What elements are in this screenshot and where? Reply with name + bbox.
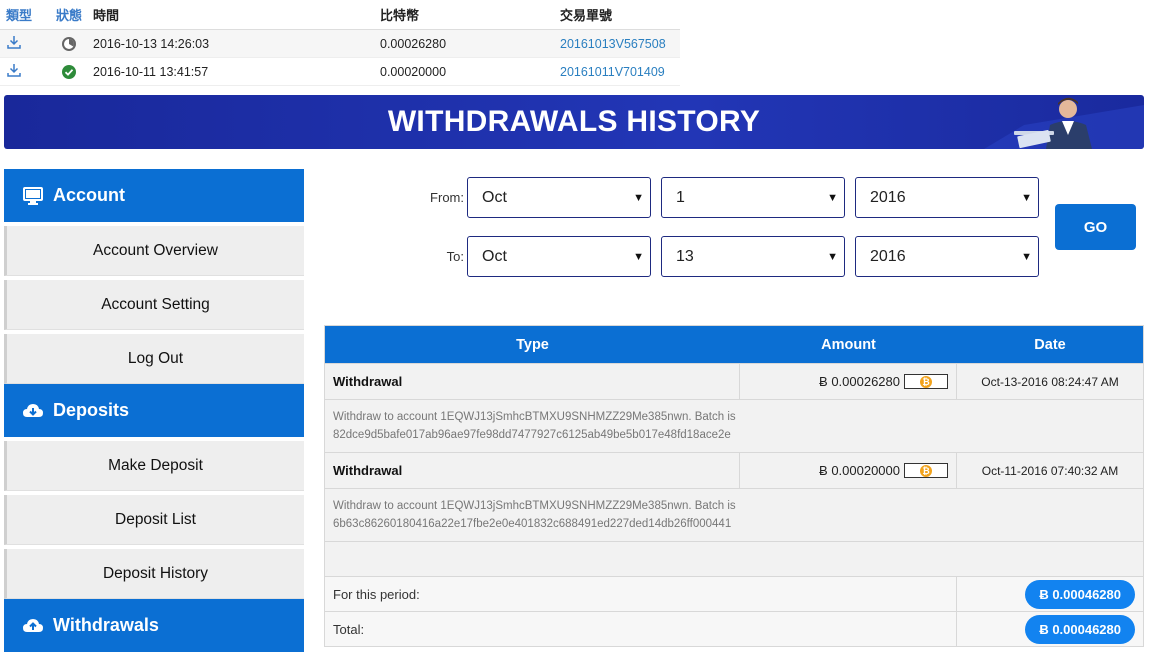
header-type: Type xyxy=(516,336,549,353)
from-row: From: Oct ▼ 1 ▼ 2016 ▼ xyxy=(420,177,1049,218)
to-label: To: xyxy=(446,249,464,264)
page-title: WITHDRAWALS HISTORY xyxy=(387,105,761,138)
header-status: 狀態 xyxy=(55,8,82,23)
sidebar-item-log-out[interactable]: Log Out xyxy=(4,334,304,384)
withdrawal-amount: Ƀ 0.00026280 xyxy=(819,374,900,389)
withdrawal-type: Withdrawal xyxy=(325,453,740,488)
date-filter: From: Oct ▼ 1 ▼ 2016 ▼ To: Oct ▼ 13 ▼ 2016 ▼ G… xyxy=(420,177,1140,287)
sidebar-section-label: Withdrawals xyxy=(53,615,159,635)
table-row: 2016-10-13 14:26:03 0.00026280 20161013V… xyxy=(0,30,680,58)
transaction-table: 類型 狀態 時間 比特幣 交易單號 2016-10-13 14:26:03 0.… xyxy=(0,0,680,86)
tx-btc: 0.00020000 xyxy=(380,64,447,79)
sidebar-item-account-setting[interactable]: Account Setting xyxy=(4,280,304,330)
total-summary-row: Total: Ƀ 0.00046280 xyxy=(325,611,1143,646)
from-year-select[interactable]: 2016 ▼ xyxy=(855,177,1039,218)
tx-time: 2016-10-13 14:26:03 xyxy=(93,36,210,51)
bitcoin-icon: ₿ xyxy=(920,375,932,388)
dropdown-caret-icon: ▼ xyxy=(827,191,838,204)
withdrawal-amount: Ƀ 0.00020000 xyxy=(819,463,900,478)
header-date: Date xyxy=(1034,336,1066,353)
header-amount: Amount xyxy=(821,336,876,353)
header-btc: 比特幣 xyxy=(380,8,420,23)
dropdown-caret-icon: ▼ xyxy=(827,250,838,263)
withdrawal-description: Withdraw to account 1EQWJ13jSmhcBTMXU9SN… xyxy=(325,399,1143,452)
cloud-download-icon xyxy=(23,403,43,417)
withdrawal-date: Oct-13-2016 08:24:47 AM xyxy=(981,374,1119,389)
sidebar-section-label: Deposits xyxy=(53,400,130,420)
sidebar-section-label: Account xyxy=(53,185,125,205)
transaction-table-header: 類型 狀態 時間 比特幣 交易單號 xyxy=(0,0,680,30)
dropdown-caret-icon: ▼ xyxy=(633,250,644,263)
sidebar-item-make-deposit[interactable]: Make Deposit xyxy=(4,441,304,491)
go-button[interactable]: GO xyxy=(1055,204,1136,250)
tx-id-link[interactable]: 20161011V701409 xyxy=(560,65,665,79)
total-badge: Ƀ 0.00046280 xyxy=(1025,614,1135,644)
to-row: To: Oct ▼ 13 ▼ 2016 ▼ xyxy=(420,236,1049,277)
bitcoin-icon: ₿ xyxy=(920,464,932,477)
monitor-icon xyxy=(23,186,43,205)
header-time: 時間 xyxy=(93,8,120,23)
download-icon[interactable] xyxy=(6,34,22,50)
cloud-upload-icon xyxy=(23,618,43,632)
sidebar-section-deposits[interactable]: Deposits xyxy=(4,384,304,437)
sidebar-section-account[interactable]: Account xyxy=(4,169,304,222)
sidebar-item-account-overview[interactable]: Account Overview xyxy=(4,226,304,276)
from-day-select[interactable]: 1 ▼ xyxy=(661,177,845,218)
download-icon[interactable] xyxy=(6,62,22,78)
tx-id-link[interactable]: 20161013V567508 xyxy=(560,37,666,51)
to-month-select[interactable]: Oct ▼ xyxy=(467,236,651,277)
period-total-badge: Ƀ 0.00046280 xyxy=(1025,579,1135,609)
check-circle-icon xyxy=(62,64,76,79)
total-label: Total: xyxy=(325,612,957,646)
businessman-illustration xyxy=(984,97,1144,149)
table-spacer-row xyxy=(325,541,1143,576)
pending-icon xyxy=(62,36,76,51)
sidebar-item-deposit-history[interactable]: Deposit History xyxy=(4,549,304,599)
to-year-select[interactable]: 2016 ▼ xyxy=(855,236,1039,277)
tx-btc: 0.00026280 xyxy=(380,36,447,51)
sidebar-section-withdrawals[interactable]: Withdrawals xyxy=(4,599,304,652)
period-label: For this period: xyxy=(325,577,957,611)
header-txid: 交易單號 xyxy=(560,8,613,23)
bitcoin-badge: ₿ xyxy=(904,463,948,478)
dropdown-caret-icon: ▼ xyxy=(633,191,644,204)
header-type: 類型 xyxy=(6,8,33,23)
table-row: 2016-10-11 13:41:57 0.00020000 20161011V… xyxy=(0,58,680,86)
withdrawal-description: Withdraw to account 1EQWJ13jSmhcBTMXU9SN… xyxy=(325,488,1143,541)
withdrawals-table-header: Type Amount Date xyxy=(325,326,1143,363)
to-day-select[interactable]: 13 ▼ xyxy=(661,236,845,277)
period-summary-row: For this period: Ƀ 0.00046280 xyxy=(325,576,1143,611)
withdrawal-type: Withdrawal xyxy=(325,364,740,399)
bitcoin-badge: ₿ xyxy=(904,374,948,389)
tx-time: 2016-10-11 13:41:57 xyxy=(93,64,209,79)
dropdown-caret-icon: ▼ xyxy=(1021,191,1032,204)
withdrawal-date: Oct-11-2016 07:40:32 AM xyxy=(981,463,1119,478)
sidebar-item-deposit-list[interactable]: Deposit List xyxy=(4,495,304,545)
from-month-select[interactable]: Oct ▼ xyxy=(467,177,651,218)
table-row: Withdrawal Ƀ 0.00020000 ₿ Oct-11-2016 07… xyxy=(325,452,1143,488)
sidebar-nav: Account Account Overview Account Setting… xyxy=(4,169,304,652)
page-banner: WITHDRAWALS HISTORY xyxy=(4,95,1144,149)
table-row: Withdrawal Ƀ 0.00026280 ₿ Oct-13-2016 08… xyxy=(325,363,1143,399)
dropdown-caret-icon: ▼ xyxy=(1021,250,1032,263)
from-label: From: xyxy=(430,190,464,205)
withdrawals-table: Type Amount Date Withdrawal Ƀ 0.00026280… xyxy=(324,325,1144,647)
